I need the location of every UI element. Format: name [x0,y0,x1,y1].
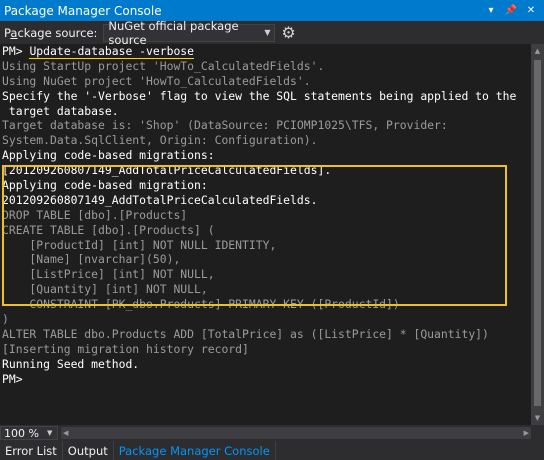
console-line: DROP TABLE [dbo].[Products] [0,208,531,223]
window-title: Package Manager Console [4,3,162,18]
zoom-value: 100 % [4,426,39,440]
scroll-left-icon[interactable]: ◀ [63,427,68,439]
console-line: CREATE TABLE [dbo].[Products] ( [0,223,531,238]
console-text: [Inserting migration history record] [2,341,249,356]
chevron-down-icon: ▼ [47,429,53,437]
console-line: [Inserting migration history record] [0,342,531,357]
console-text: PM> [2,371,23,386]
tool-window-tabs: Error List Output Package Manager Console [0,441,544,460]
console-line: ) [0,312,531,327]
console-text: [Quantity] [int] NOT NULL, [2,282,208,297]
console-line: [ListPrice] [int] NOT NULL, [0,267,531,282]
console-text: Applying code-based migration: [2,178,208,193]
console-line: PM> [0,372,531,387]
window-titlebar: Package Manager Console ▾ 📌 ✕ [0,0,544,21]
console-text: Target database is: 'Shop' (DataSource: … [2,118,448,133]
console-status-row: 100 % ▼ ◀ ▶ [0,425,544,441]
console-text: DROP TABLE [dbo].[Products] [2,207,188,222]
console-line: Target database is: 'Shop' (DataSource: … [0,118,531,133]
console-command: Update-database -verbose [29,44,195,59]
console-line: CONSTRAINT [PK_dbo.Products] PRIMARY KEY… [0,297,531,312]
console-text: 201209260807149_AddTotalPriceCalculatedF… [2,192,318,207]
zoom-dropdown[interactable]: 100 % ▼ [0,426,58,440]
console-text: ALTER TABLE dbo.Products ADD [TotalPrice… [2,326,489,341]
pin-icon[interactable]: 📌 [504,5,518,16]
console-text: [Name] [nvarchar](50), [2,252,181,267]
console-text: target database. [2,103,119,118]
console-line: 201209260807149_AddTotalPriceCalculatedF… [0,193,531,208]
vertical-scrollbar[interactable]: ▲ ▼ [531,44,544,425]
console-text: Using StartUp project 'HowTo_CalculatedF… [2,58,325,73]
package-source-label: Package source: [4,25,98,40]
console-text: Specify the '-Verbose' flag to view the … [2,88,517,103]
console-line: [201209260807149_AddTotalPriceCalculated… [0,163,531,178]
console-line: System.Data.SqlClient, Origin: Configura… [0,133,531,148]
console-text: System.Data.SqlClient, Origin: Configura… [2,133,318,148]
close-icon[interactable]: ✕ [524,5,538,16]
console-line: ALTER TABLE dbo.Products ADD [TotalPrice… [0,327,531,342]
console-text: Running Seed method. [2,356,140,371]
console-line: [Quantity] [int] NOT NULL, [0,282,531,297]
package-source-value: NuGet official package source [108,18,239,47]
console-text: ) [2,312,9,327]
scroll-right-icon[interactable]: ▶ [524,427,529,439]
window-controls: ▾ 📌 ✕ [484,5,544,16]
console-prompt: PM> [2,44,30,58]
chevron-down-icon: ▼ [264,28,271,37]
console-line: Applying code-based migrations: [0,148,531,163]
console-line: Using StartUp project 'HowTo_CalculatedF… [0,59,531,74]
scroll-down-icon[interactable]: ▼ [531,411,544,425]
console-output[interactable]: PM> Update-database -verbose Using StartU… [0,44,531,425]
console-text: CONSTRAINT [PK_dbo.Products] PRIMARY KEY… [2,297,400,312]
tab-package-manager-console[interactable]: Package Manager Console [114,441,276,460]
console-line: Running Seed method. [0,357,531,372]
console-text: [201209260807149_AddTotalPriceCalculated… [2,163,332,178]
gear-icon[interactable]: ⚙ [281,23,295,42]
console-toolbar: Package source: NuGet official package s… [0,19,544,47]
console-line: target database. [0,104,531,119]
console-text: Applying code-based migrations: [2,148,215,163]
scroll-up-icon[interactable]: ▲ [531,44,544,58]
console-text: [ListPrice] [int] NOT NULL, [2,267,215,282]
package-source-dropdown[interactable]: NuGet official package source ▼ [103,19,276,47]
console-line: PM> Update-database -verbose [0,44,531,59]
horizontal-scrollbar[interactable]: ◀ ▶ [61,427,531,439]
console-line: [ProductId] [int] NOT NULL IDENTITY, [0,238,531,253]
console-text: [ProductId] [int] NOT NULL IDENTITY, [2,237,277,252]
tab-error-list[interactable]: Error List [0,441,63,460]
console-line: Specify the '-Verbose' flag to view the … [0,89,531,104]
tab-output[interactable]: Output [63,441,114,460]
console-text: CREATE TABLE [dbo].[Products] ( [2,222,215,237]
scrollbar-thumb[interactable] [534,60,541,406]
dropdown-arrow-icon[interactable]: ▾ [484,5,498,16]
console-line: [Name] [nvarchar](50), [0,252,531,267]
console-text: Using NuGet project 'HowTo_CalculatedFie… [2,73,311,88]
console-line: Using NuGet project 'HowTo_CalculatedFie… [0,74,531,89]
console-line: Applying code-based migration: [0,178,531,193]
